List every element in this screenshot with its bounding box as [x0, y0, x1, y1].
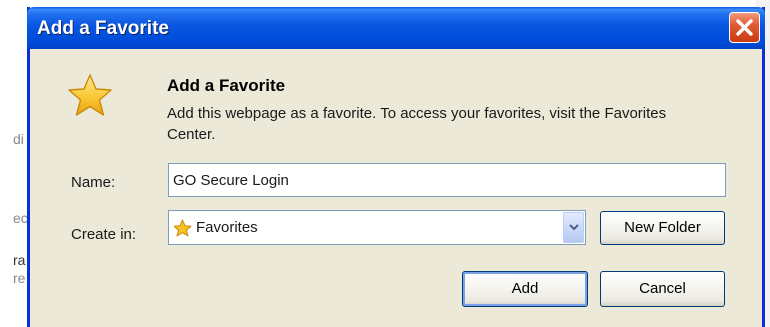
close-button[interactable]	[729, 12, 760, 43]
name-input[interactable]	[168, 163, 726, 197]
create-in-select[interactable]: Favorites	[168, 210, 586, 245]
title-bar[interactable]: Add a Favorite	[27, 7, 765, 49]
favorites-star-icon	[68, 74, 112, 116]
background-text-fragment: di	[13, 131, 24, 147]
dialog-description: Add this webpage as a favorite. To acces…	[167, 105, 667, 143]
new-folder-button[interactable]: New Folder	[600, 211, 725, 245]
chevron-down-icon	[569, 224, 579, 231]
background-text-fragment: ra	[13, 252, 26, 268]
create-in-selected-value: Favorites	[196, 219, 258, 236]
dialog-heading: Add a Favorite	[167, 76, 286, 95]
dropdown-button[interactable]	[563, 212, 584, 243]
favorites-star-icon	[173, 219, 192, 237]
add-favorite-dialog: Add a Favorite Add a Favorite Add this w…	[27, 7, 765, 327]
background-text-fragment: re	[13, 270, 26, 286]
create-in-label: Create in:	[71, 226, 137, 243]
name-label: Name:	[71, 174, 116, 191]
background-text-fragment: ec	[13, 210, 28, 226]
close-x-icon	[736, 19, 753, 36]
add-button[interactable]: Add	[462, 271, 588, 307]
dialog-title: Add a Favorite	[37, 18, 169, 39]
cancel-button[interactable]: Cancel	[600, 271, 725, 307]
